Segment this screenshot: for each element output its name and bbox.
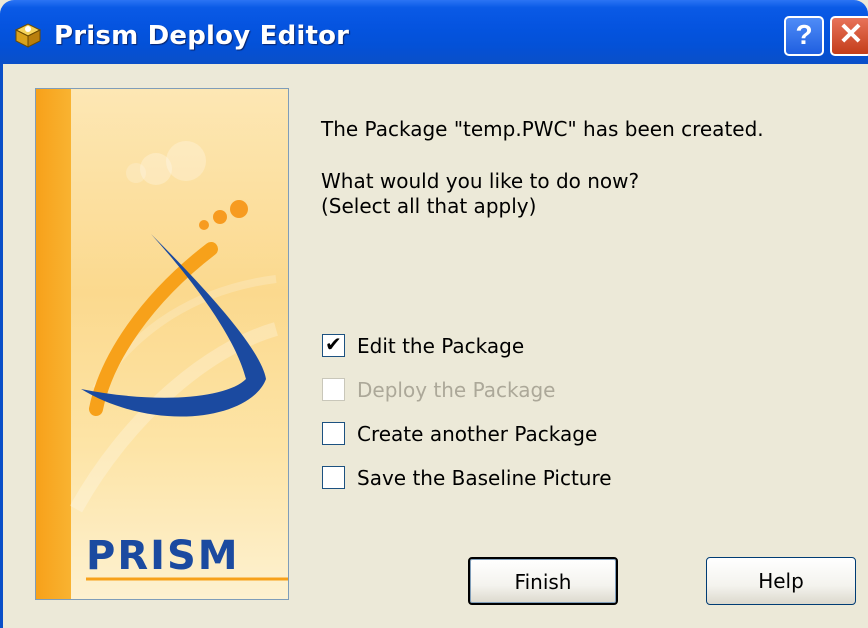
help-icon: ?: [795, 19, 813, 50]
checkmark-icon: ✔: [325, 334, 342, 356]
finish-button[interactable]: Finish: [468, 557, 618, 605]
deploy-package-label[interactable]: Deploy the Package: [357, 378, 555, 402]
title-bar[interactable]: Prism Deploy Editor ? ✕: [0, 0, 868, 64]
prism-banner-image: PRISM: [35, 88, 289, 600]
edit-package-checkbox[interactable]: ✔: [322, 334, 345, 357]
save-baseline-picture-checkbox[interactable]: [322, 466, 345, 489]
prompt-question: What would you like to do now?: [321, 169, 640, 193]
package-box-icon: [14, 23, 42, 48]
close-button[interactable]: ✕: [830, 16, 868, 56]
deploy-package-checkbox[interactable]: [322, 378, 345, 401]
help-button[interactable]: Help: [706, 557, 856, 605]
prism-logo-text: PRISM: [86, 533, 240, 579]
create-another-package-checkbox[interactable]: [322, 422, 345, 445]
save-baseline-picture-label[interactable]: Save the Baseline Picture: [357, 466, 612, 490]
edit-package-label[interactable]: Edit the Package: [357, 334, 524, 358]
window-title: Prism Deploy Editor: [54, 21, 350, 51]
title-help-button[interactable]: ?: [784, 16, 824, 56]
create-another-package-label[interactable]: Create another Package: [357, 422, 597, 446]
prompt-hint: (Select all that apply): [321, 194, 537, 218]
close-icon: ✕: [838, 18, 864, 51]
created-message: The Package "temp.PWC" has been created.: [321, 117, 764, 141]
prism-swoosh-graphic: [69, 141, 288, 581]
